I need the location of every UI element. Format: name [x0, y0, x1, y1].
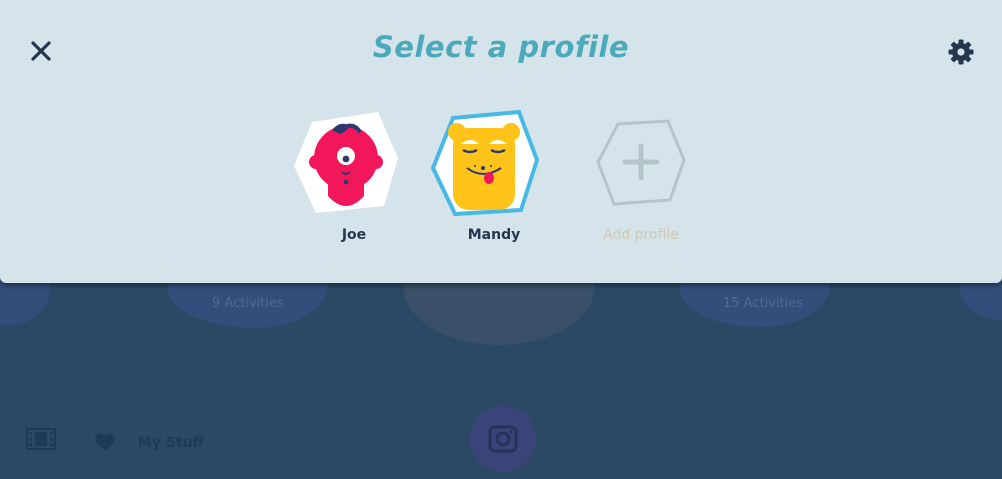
camera-icon	[488, 425, 518, 453]
add-profile-button[interactable]	[596, 118, 686, 206]
profile-select-panel: Select a profile Joe Mandy Add profile	[0, 0, 1002, 283]
page-title: Select a profile	[372, 30, 630, 64]
profile-joe-name[interactable]: Joe	[284, 227, 424, 243]
my-stuff-label: My Stuff	[138, 435, 205, 451]
add-profile-label[interactable]: Add profile	[571, 227, 711, 243]
profile-mandy-name[interactable]: Mandy	[424, 227, 564, 243]
profile-mandy[interactable]	[431, 110, 539, 216]
yellow-bear-avatar	[431, 110, 539, 216]
background-card-1-label: 9 Activities	[212, 296, 284, 311]
film-icon	[26, 428, 56, 450]
gear-icon	[948, 39, 974, 65]
pink-cyclops-avatar	[294, 112, 398, 213]
profile-joe[interactable]	[294, 110, 398, 214]
settings-button[interactable]	[947, 38, 975, 66]
heart-icon	[95, 433, 115, 451]
plus-icon	[596, 119, 686, 206]
camera-button	[470, 406, 536, 472]
background-card-3-label: 15 Activities	[723, 296, 803, 311]
